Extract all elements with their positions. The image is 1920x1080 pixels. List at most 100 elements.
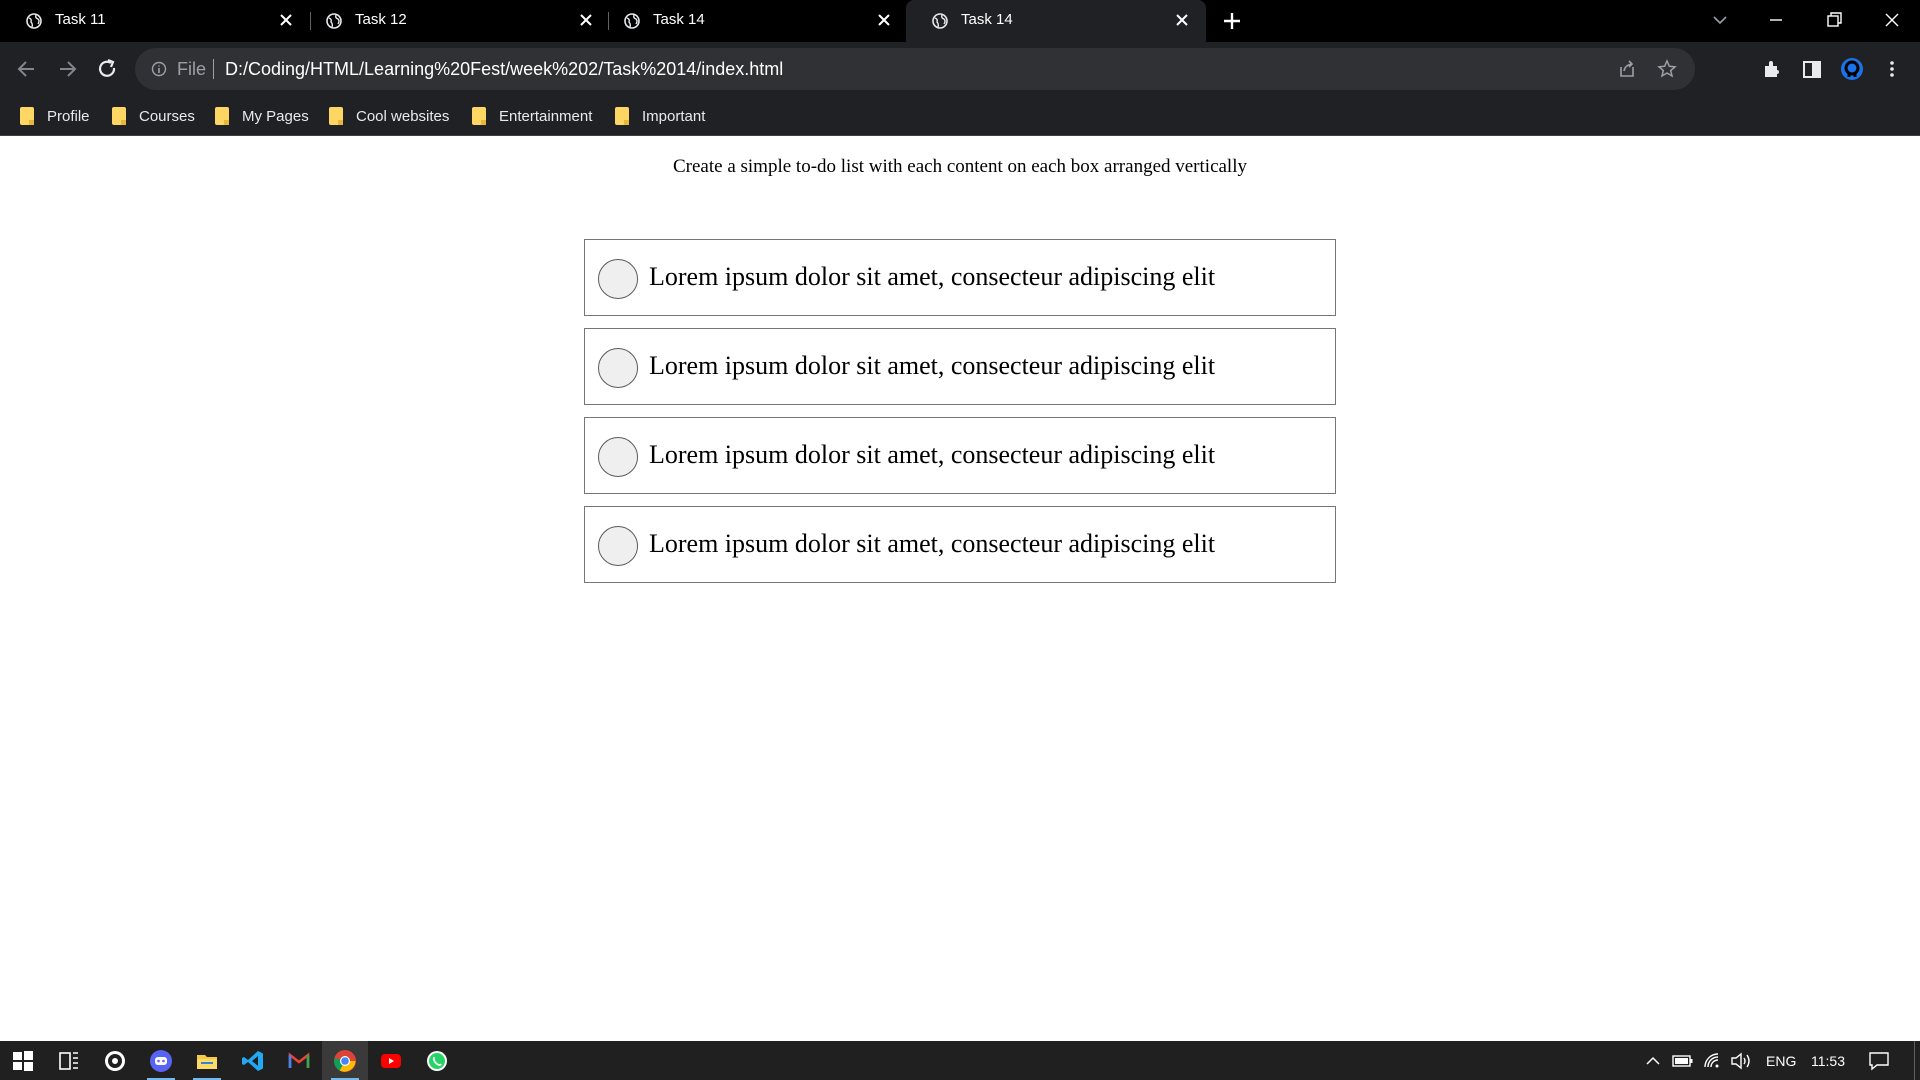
chrome-icon: [334, 1050, 356, 1072]
bookmark-profile[interactable]: Profile: [20, 104, 90, 128]
bookmark-my-pages[interactable]: My Pages: [215, 104, 309, 128]
folder-icon: [329, 107, 343, 125]
todo-text: Lorem ipsum dolor sit amet, consecteur a…: [649, 351, 1216, 380]
tab-title: Task 12: [355, 11, 407, 28]
todo-radio[interactable]: [598, 259, 638, 299]
close-icon[interactable]: [578, 12, 594, 28]
new-tab-icon[interactable]: [1222, 11, 1242, 31]
volume-icon[interactable]: [1730, 1051, 1752, 1071]
gmail-icon: [288, 1052, 310, 1068]
page-heading: Create a simple to-do list with each con…: [672, 156, 1247, 177]
profile-avatar-icon[interactable]: [1840, 57, 1864, 81]
close-icon[interactable]: [278, 12, 294, 28]
folder-icon: [615, 107, 629, 125]
tab-search-icon[interactable]: [1708, 8, 1732, 32]
todo-radio[interactable]: [598, 526, 638, 566]
battery-icon[interactable]: [1672, 1052, 1694, 1070]
todo-item: Lorem ipsum dolor sit amet, consecteur a…: [584, 417, 1336, 494]
taskbar-whatsapp[interactable]: [414, 1041, 460, 1080]
discord-icon: [150, 1050, 172, 1072]
extensions-icon[interactable]: [1760, 57, 1784, 81]
globe-icon: [326, 13, 342, 29]
globe-icon: [932, 13, 948, 29]
todo-text: Lorem ipsum dolor sit amet, consecteur a…: [649, 440, 1216, 469]
bookmark-important[interactable]: Important: [615, 104, 705, 128]
clock[interactable]: 11:53: [1811, 1041, 1845, 1080]
start-icon: [13, 1051, 33, 1071]
tab-task-14[interactable]: Task 14: [598, 0, 908, 42]
task-view-button[interactable]: [46, 1041, 92, 1080]
bookmarks-bar: Profile Courses My Pages Cool websites E…: [0, 96, 1920, 136]
tab-task-11[interactable]: Task 11: [0, 0, 310, 42]
share-icon[interactable]: [1617, 59, 1637, 79]
close-icon[interactable]: [1174, 12, 1190, 28]
tab-title: Task 14: [961, 11, 1013, 28]
browser-toolbar: File D:/Coding/HTML/Learning%20Fest/week…: [0, 42, 1920, 96]
taskbar-file-explorer[interactable]: [184, 1041, 230, 1080]
bookmark-label: My Pages: [242, 107, 309, 125]
show-hidden-icons-icon[interactable]: [1644, 1052, 1662, 1070]
wifi-icon[interactable]: [1702, 1051, 1722, 1071]
start-button[interactable]: [0, 1041, 46, 1080]
bookmark-label: Cool websites: [356, 107, 450, 125]
url-text[interactable]: D:/Coding/HTML/Learning%20Fest/week%202/…: [225, 59, 783, 80]
tab-task-14-active[interactable]: Task 14: [906, 0, 1206, 42]
restore-icon[interactable]: [1822, 8, 1846, 32]
menu-icon[interactable]: [1880, 57, 1904, 81]
bookmark-cool-websites[interactable]: Cool websites: [329, 104, 449, 128]
omnibox-divider: [213, 59, 214, 79]
info-icon[interactable]: [151, 61, 167, 77]
show-desktop-button[interactable]: [1914, 1041, 1915, 1080]
taskbar-youtube[interactable]: [368, 1041, 414, 1080]
scheme-label: File: [177, 59, 207, 79]
todo-list: Lorem ipsum dolor sit amet, consecteur a…: [584, 239, 1336, 595]
bookmark-entertainment[interactable]: Entertainment: [472, 104, 592, 128]
taskbar-discord[interactable]: [138, 1041, 184, 1080]
close-window-icon[interactable]: [1880, 8, 1904, 32]
close-icon[interactable]: [876, 12, 892, 28]
whatsapp-icon: [427, 1051, 447, 1071]
tab-title: Task 14: [653, 11, 705, 28]
vscode-icon: [242, 1051, 263, 1071]
page-content: Create a simple to-do list with each con…: [0, 137, 1920, 1041]
minimize-icon[interactable]: [1764, 8, 1788, 32]
tab-strip: Task 11 Task 12 Task 14 Task 14: [0, 0, 1920, 42]
bookmark-star-icon[interactable]: [1657, 59, 1677, 79]
obs-icon: [105, 1051, 125, 1071]
globe-icon: [624, 13, 640, 29]
back-icon[interactable]: [14, 56, 40, 82]
tab-title: Task 11: [55, 11, 106, 28]
todo-item: Lorem ipsum dolor sit amet, consecteur a…: [584, 506, 1336, 583]
task-view-icon: [59, 1052, 78, 1070]
taskbar-chrome[interactable]: [322, 1041, 368, 1080]
tab-task-12[interactable]: Task 12: [300, 0, 610, 42]
todo-item: Lorem ipsum dolor sit amet, consecteur a…: [584, 328, 1336, 405]
todo-radio[interactable]: [598, 348, 638, 388]
bookmark-label: Courses: [139, 107, 195, 125]
youtube-icon: [381, 1054, 401, 1068]
forward-icon[interactable]: [54, 56, 80, 82]
globe-icon: [26, 13, 42, 29]
bookmark-courses[interactable]: Courses: [112, 104, 195, 128]
notifications-icon[interactable]: [1868, 1050, 1890, 1072]
todo-text: Lorem ipsum dolor sit amet, consecteur a…: [649, 262, 1216, 291]
file-explorer-icon: [197, 1055, 217, 1069]
bookmark-label: Entertainment: [499, 107, 593, 125]
folder-icon: [472, 107, 486, 125]
windows-taskbar: ENG 11:53: [0, 1041, 1920, 1080]
reload-icon[interactable]: [94, 56, 120, 82]
side-panel-icon[interactable]: [1800, 57, 1824, 81]
todo-radio[interactable]: [598, 437, 638, 477]
taskbar-obs[interactable]: [92, 1041, 138, 1080]
todo-text: Lorem ipsum dolor sit amet, consecteur a…: [649, 529, 1216, 558]
address-bar[interactable]: File D:/Coding/HTML/Learning%20Fest/week…: [135, 48, 1695, 90]
folder-icon: [112, 107, 126, 125]
taskbar-vscode[interactable]: [230, 1041, 276, 1080]
language-indicator[interactable]: ENG: [1766, 1041, 1796, 1080]
bookmark-label: Important: [642, 107, 706, 125]
todo-item: Lorem ipsum dolor sit amet, consecteur a…: [584, 239, 1336, 316]
bookmark-label: Profile: [47, 107, 90, 125]
folder-icon: [20, 107, 34, 125]
taskbar-gmail[interactable]: [276, 1041, 322, 1080]
folder-icon: [215, 107, 229, 125]
